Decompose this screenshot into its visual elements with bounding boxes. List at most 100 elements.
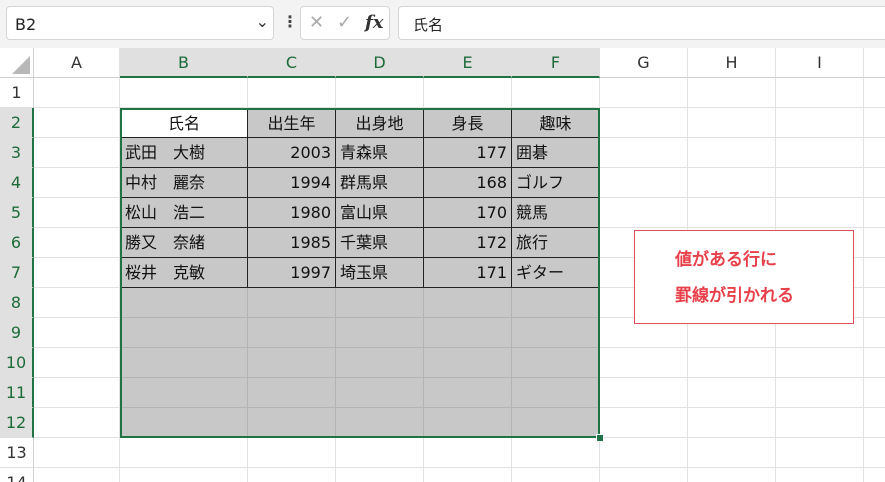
- cell-b6[interactable]: 勝又 奈緒: [120, 228, 248, 258]
- cell-e14[interactable]: [424, 468, 512, 482]
- cell-e11[interactable]: [424, 378, 512, 408]
- cell-e2[interactable]: 身長: [424, 108, 512, 138]
- cell-b11[interactable]: [120, 378, 248, 408]
- cell-c4[interactable]: 1994: [248, 168, 336, 198]
- cell-i10[interactable]: [776, 348, 864, 378]
- cell-g14[interactable]: [600, 468, 688, 482]
- row-header-4[interactable]: 4: [0, 168, 34, 198]
- cell-c6[interactable]: 1985: [248, 228, 336, 258]
- cell-h1[interactable]: [688, 78, 776, 108]
- cell-f10[interactable]: [512, 348, 600, 378]
- column-header-c[interactable]: C: [248, 48, 336, 78]
- cell-i4[interactable]: [776, 168, 864, 198]
- cell-j11[interactable]: [864, 378, 885, 408]
- cell-j1[interactable]: [864, 78, 885, 108]
- enter-icon[interactable]: ✓: [337, 12, 352, 33]
- row-header-12[interactable]: 12: [0, 408, 34, 438]
- cell-f6[interactable]: 旅行: [512, 228, 600, 258]
- cell-a10[interactable]: [34, 348, 120, 378]
- column-header-d[interactable]: D: [336, 48, 424, 78]
- cell-d14[interactable]: [336, 468, 424, 482]
- cell-i13[interactable]: [776, 438, 864, 468]
- cell-j2[interactable]: [864, 108, 885, 138]
- cell-i5[interactable]: [776, 198, 864, 228]
- cell-f8[interactable]: [512, 288, 600, 318]
- cell-i12[interactable]: [776, 408, 864, 438]
- cell-g3[interactable]: [600, 138, 688, 168]
- cell-d6[interactable]: 千葉県: [336, 228, 424, 258]
- cell-f7[interactable]: ギター: [512, 258, 600, 288]
- cell-i1[interactable]: [776, 78, 864, 108]
- row-header-14[interactable]: 14: [0, 468, 34, 482]
- cell-d2[interactable]: 出身地: [336, 108, 424, 138]
- cell-g1[interactable]: [600, 78, 688, 108]
- cell-c2[interactable]: 出生年: [248, 108, 336, 138]
- cell-f3[interactable]: 囲碁: [512, 138, 600, 168]
- cell-d1[interactable]: [336, 78, 424, 108]
- cell-a8[interactable]: [34, 288, 120, 318]
- row-header-1[interactable]: 1: [0, 78, 34, 108]
- cell-c14[interactable]: [248, 468, 336, 482]
- cell-d9[interactable]: [336, 318, 424, 348]
- cell-f5[interactable]: 競馬: [512, 198, 600, 228]
- cell-h5[interactable]: [688, 198, 776, 228]
- cell-h11[interactable]: [688, 378, 776, 408]
- cell-e1[interactable]: [424, 78, 512, 108]
- cell-g10[interactable]: [600, 348, 688, 378]
- cell-j4[interactable]: [864, 168, 885, 198]
- cell-d10[interactable]: [336, 348, 424, 378]
- cell-h3[interactable]: [688, 138, 776, 168]
- cell-e13[interactable]: [424, 438, 512, 468]
- cell-a4[interactable]: [34, 168, 120, 198]
- cell-j12[interactable]: [864, 408, 885, 438]
- column-header-f[interactable]: F: [512, 48, 600, 78]
- cell-g13[interactable]: [600, 438, 688, 468]
- cell-g12[interactable]: [600, 408, 688, 438]
- cell-b12[interactable]: [120, 408, 248, 438]
- cell-e10[interactable]: [424, 348, 512, 378]
- row-header-10[interactable]: 10: [0, 348, 34, 378]
- fill-handle[interactable]: [596, 434, 604, 442]
- more-options-icon[interactable]: ⋮: [282, 12, 298, 31]
- cell-h14[interactable]: [688, 468, 776, 482]
- cell-d7[interactable]: 埼玉県: [336, 258, 424, 288]
- cell-b8[interactable]: [120, 288, 248, 318]
- row-header-3[interactable]: 3: [0, 138, 34, 168]
- cell-g4[interactable]: [600, 168, 688, 198]
- insert-function-icon[interactable]: fx: [365, 12, 383, 33]
- cell-h4[interactable]: [688, 168, 776, 198]
- cell-h12[interactable]: [688, 408, 776, 438]
- cell-b9[interactable]: [120, 318, 248, 348]
- cell-f9[interactable]: [512, 318, 600, 348]
- cell-e7[interactable]: 171: [424, 258, 512, 288]
- cell-a11[interactable]: [34, 378, 120, 408]
- cell-e12[interactable]: [424, 408, 512, 438]
- cell-f2[interactable]: 趣味: [512, 108, 600, 138]
- cell-c7[interactable]: 1997: [248, 258, 336, 288]
- cell-c10[interactable]: [248, 348, 336, 378]
- cell-a14[interactable]: [34, 468, 120, 482]
- cell-g5[interactable]: [600, 198, 688, 228]
- column-header-e[interactable]: E: [424, 48, 512, 78]
- cell-c12[interactable]: [248, 408, 336, 438]
- cell-c1[interactable]: [248, 78, 336, 108]
- cell-d12[interactable]: [336, 408, 424, 438]
- cell-a7[interactable]: [34, 258, 120, 288]
- cell-e9[interactable]: [424, 318, 512, 348]
- cell-g2[interactable]: [600, 108, 688, 138]
- cell-d4[interactable]: 群馬県: [336, 168, 424, 198]
- cell-j9[interactable]: [864, 318, 885, 348]
- row-header-5[interactable]: 5: [0, 198, 34, 228]
- column-header-a[interactable]: A: [34, 48, 120, 78]
- cell-f13[interactable]: [512, 438, 600, 468]
- cell-i3[interactable]: [776, 138, 864, 168]
- row-header-2[interactable]: 2: [0, 108, 34, 138]
- cell-a5[interactable]: [34, 198, 120, 228]
- column-header-b[interactable]: B: [120, 48, 248, 78]
- cell-c9[interactable]: [248, 318, 336, 348]
- cell-e4[interactable]: 168: [424, 168, 512, 198]
- cell-h10[interactable]: [688, 348, 776, 378]
- cell-a3[interactable]: [34, 138, 120, 168]
- chevron-down-icon[interactable]: ⌄: [256, 12, 269, 31]
- row-header-7[interactable]: 7: [0, 258, 34, 288]
